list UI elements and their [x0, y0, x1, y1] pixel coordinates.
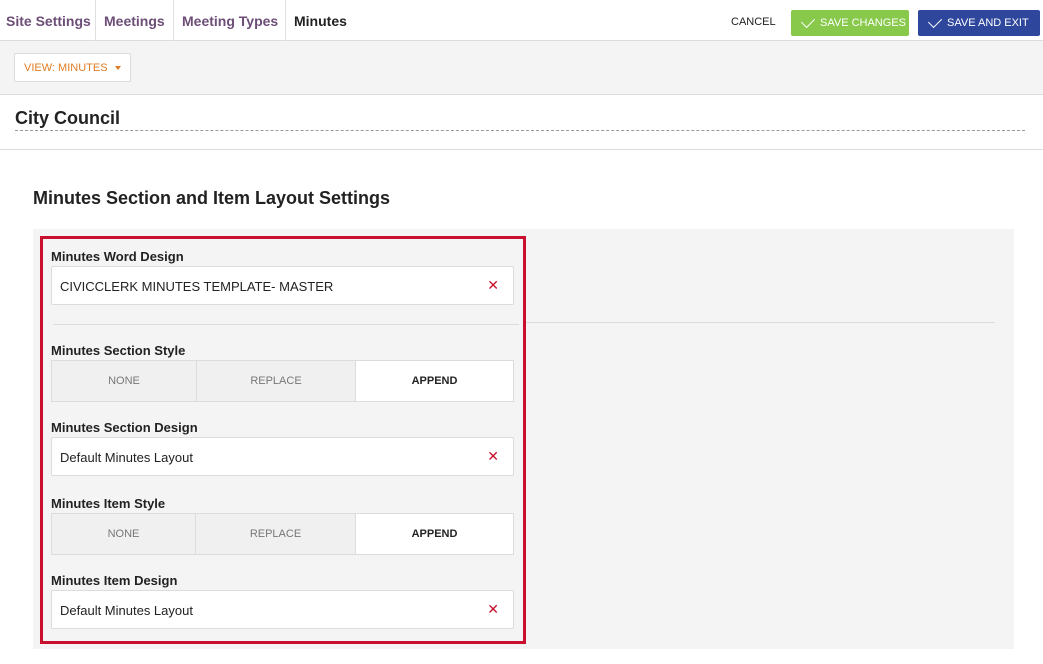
panel-divider — [518, 322, 995, 323]
view-dropdown-label: VIEW: MINUTES — [24, 62, 108, 74]
section-style-toggle[interactable]: NONE REPLACE APPEND — [51, 360, 514, 402]
item-design-field[interactable]: Default Minutes Layout ✕ — [51, 590, 514, 629]
highlighted-settings-group: Minutes Word Design CIVICCLERK MINUTES T… — [40, 236, 526, 644]
tab-meeting-types[interactable]: Meeting Types — [174, 0, 286, 41]
item-style-label: Minutes Item Style — [51, 496, 166, 511]
check-icon — [927, 13, 943, 29]
save-and-exit-button[interactable]: SAVE AND EXIT — [918, 10, 1040, 36]
tab-minutes[interactable]: Minutes — [286, 0, 356, 41]
section-style-label: Minutes Section Style — [51, 343, 186, 358]
section-style-none[interactable]: NONE — [52, 361, 197, 401]
item-design-label: Minutes Item Design — [51, 573, 178, 588]
section-style-append[interactable]: APPEND — [356, 361, 513, 401]
view-dropdown[interactable]: VIEW: MINUTES — [14, 53, 131, 82]
item-style-replace[interactable]: REPLACE — [196, 514, 356, 554]
save-changes-button[interactable]: SAVE CHANGES — [791, 10, 909, 36]
meeting-type-title: City Council — [15, 108, 121, 128]
section-design-label: Minutes Section Design — [51, 420, 198, 435]
clear-icon[interactable]: ✕ — [487, 278, 499, 292]
word-design-field[interactable]: CIVICCLERK MINUTES TEMPLATE- MASTER ✕ — [51, 266, 514, 305]
item-design-value: Default Minutes Layout — [60, 603, 193, 618]
item-style-toggle[interactable]: NONE REPLACE APPEND — [51, 513, 514, 555]
clear-icon[interactable]: ✕ — [487, 602, 499, 616]
tab-meetings[interactable]: Meetings — [96, 0, 174, 41]
view-toolbar: VIEW: MINUTES — [0, 41, 1043, 95]
item-style-append[interactable]: APPEND — [356, 514, 513, 554]
save-changes-label: SAVE CHANGES — [820, 17, 906, 29]
group-divider — [53, 324, 519, 325]
caret-down-icon — [115, 66, 121, 70]
clear-icon[interactable]: ✕ — [487, 449, 499, 463]
top-nav-bar: Site Settings Meetings Meeting Types Min… — [0, 0, 1043, 41]
cancel-button[interactable]: CANCEL — [722, 10, 785, 35]
section-title: Minutes Section and Item Layout Settings — [33, 188, 391, 208]
word-design-label: Minutes Word Design — [51, 249, 184, 264]
save-and-exit-label: SAVE AND EXIT — [947, 17, 1029, 29]
meeting-type-header: City Council — [0, 96, 1043, 150]
check-icon — [800, 13, 816, 29]
dashed-underline — [15, 130, 1025, 131]
word-design-value: CIVICCLERK MINUTES TEMPLATE- MASTER — [60, 279, 334, 294]
tab-site-settings[interactable]: Site Settings — [0, 0, 96, 41]
section-style-replace[interactable]: REPLACE — [197, 361, 356, 401]
item-style-none[interactable]: NONE — [52, 514, 196, 554]
section-design-value: Default Minutes Layout — [60, 450, 193, 465]
section-design-field[interactable]: Default Minutes Layout ✕ — [51, 437, 514, 476]
